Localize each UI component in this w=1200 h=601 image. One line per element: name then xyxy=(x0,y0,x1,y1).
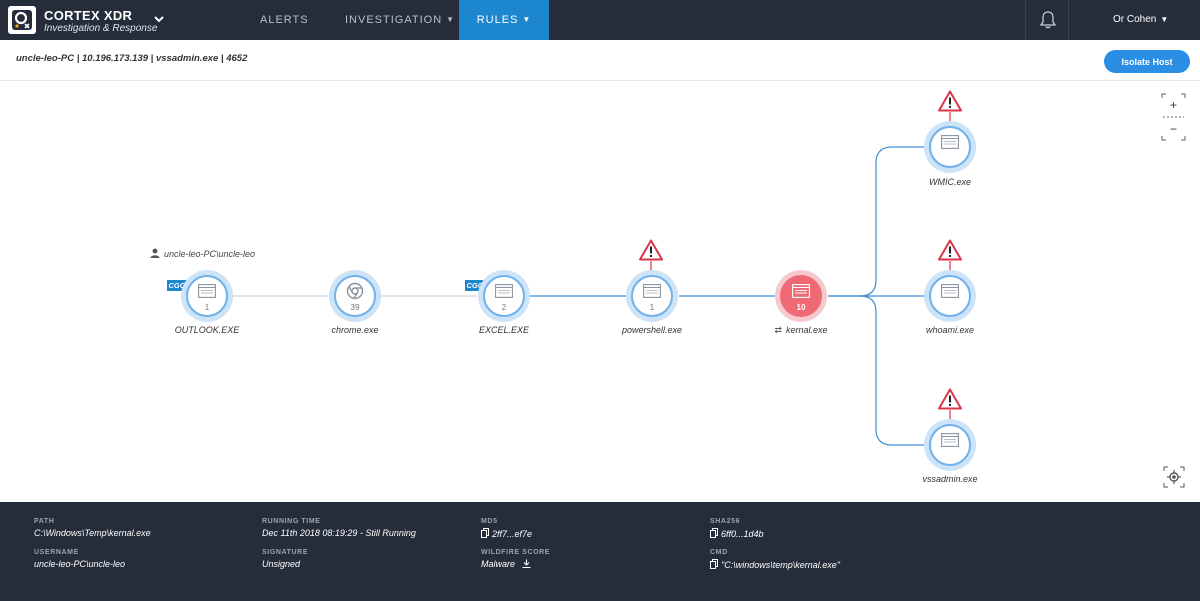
details-col-time: RUNNING TIME Dec 11th 2018 08:19:29 - St… xyxy=(262,518,482,580)
user-tag-label: uncle-leo-PC\uncle-leo xyxy=(164,249,256,259)
cmd-label: CMD xyxy=(710,549,728,556)
app-title: CORTEX XDR xyxy=(44,8,133,23)
node-count: 39 xyxy=(350,303,360,312)
node-label: OUTLOOK.EXE xyxy=(174,325,240,335)
node-label: whoami.exe xyxy=(925,325,975,335)
wildfire-value: Malware xyxy=(481,559,516,569)
chevron-down-icon[interactable] xyxy=(153,13,165,25)
warning-icon xyxy=(938,90,962,112)
isolate-host-button[interactable]: Isolate Host xyxy=(1104,50,1190,73)
sha256-value: 6ff0...1d4b xyxy=(721,529,764,539)
window-app-icon xyxy=(941,135,959,149)
host-info: uncle-leo-PC | 10.196.173.139 | vssadmin… xyxy=(16,53,248,64)
window-app-icon xyxy=(643,284,661,298)
process-node-wmic[interactable] xyxy=(924,121,976,173)
nav-alerts[interactable]: ALERTS xyxy=(260,0,309,40)
username-value: uncle-leo-PC\uncle-leo xyxy=(34,559,126,569)
cortex-logo-icon xyxy=(8,6,36,34)
user-name: Or Cohen xyxy=(1113,14,1157,25)
nav-rules-label: RULES xyxy=(476,14,519,26)
node-label: chrome.exe xyxy=(331,325,379,335)
nav-rules[interactable]: RULES ▼ xyxy=(459,0,549,40)
notifications-button[interactable] xyxy=(1025,0,1069,40)
node-label: EXCEL.EXE xyxy=(478,325,530,335)
signature-label: SIGNATURE xyxy=(262,549,309,556)
md5-row[interactable]: 2ff7...ef7e xyxy=(481,528,701,540)
sha256-label: SHA256 xyxy=(710,518,741,525)
edge-kernal-wmic xyxy=(828,146,924,297)
zoom-controls: + − xyxy=(1161,93,1186,141)
edge-kernal-vssadmin xyxy=(859,295,924,446)
node-label: vssadmin.exe xyxy=(922,474,978,484)
crosshair-icon xyxy=(1163,466,1185,488)
bell-icon xyxy=(1039,11,1057,29)
warning-icon xyxy=(639,239,663,261)
brand[interactable]: CORTEX XDR Investigation & Response xyxy=(0,0,175,40)
node-label: kernal.exe xyxy=(786,325,828,335)
zoom-in-button[interactable]: + xyxy=(1161,96,1186,114)
zoom-out-button[interactable]: − xyxy=(1161,120,1186,138)
warning-icon xyxy=(938,388,962,410)
details-col-md5: MD5 2ff7...ef7e WILDFIRE SCORE Malware xyxy=(481,518,701,580)
process-node-kernal[interactable]: 10 xyxy=(775,270,827,322)
graph-edges xyxy=(233,112,951,446)
node-count: 1 xyxy=(649,303,655,312)
path-value: C:\Windows\Temp\kernal.exe xyxy=(34,528,151,538)
swap-icon: ⇄ xyxy=(774,325,782,335)
details-col-sha: SHA256 6ff0...1d4b CMD "C:\windows\temp\… xyxy=(710,518,930,580)
copy-icon[interactable] xyxy=(710,559,718,569)
window-app-icon xyxy=(495,284,513,298)
user-icon xyxy=(150,248,160,258)
wildfire-label: WILDFIRE SCORE xyxy=(481,549,551,556)
node-count: 2 xyxy=(501,303,507,312)
process-details-panel: PATH C:\Windows\Temp\kernal.exe USERNAME… xyxy=(0,502,1200,601)
node-count: 1 xyxy=(204,303,210,312)
center-graph-button[interactable] xyxy=(1163,466,1185,488)
warning-icon xyxy=(938,239,962,261)
window-app-icon xyxy=(792,284,810,298)
copy-icon[interactable] xyxy=(481,528,489,538)
chevron-down-icon: ▼ xyxy=(446,15,456,24)
username-label: USERNAME xyxy=(34,549,79,556)
nav-investigation[interactable]: INVESTIGATION ▼ xyxy=(345,0,455,40)
user-menu[interactable]: Or Cohen ▼ xyxy=(1113,0,1168,40)
node-label: WMIC.exe xyxy=(928,177,971,187)
nav-alerts-label: ALERTS xyxy=(260,14,309,26)
md5-value: 2ff7...ef7e xyxy=(492,529,533,539)
node-label-row: ⇄ kernal.exe xyxy=(741,325,861,336)
running-time-label: RUNNING TIME xyxy=(262,518,321,525)
window-app-icon xyxy=(198,284,216,298)
app-subtitle: Investigation & Response xyxy=(44,23,158,34)
path-label: PATH xyxy=(34,518,55,525)
window-app-icon xyxy=(941,284,959,298)
cmd-row[interactable]: "C:\windows\temp\kernal.exe" xyxy=(710,559,930,571)
copy-icon[interactable] xyxy=(710,528,718,538)
chevron-down-icon: ▼ xyxy=(1160,15,1169,24)
details-col-path: PATH C:\Windows\Temp\kernal.exe USERNAME… xyxy=(34,518,254,580)
signature-value: Unsigned xyxy=(262,559,301,569)
process-node-excel[interactable]: 2 xyxy=(478,270,530,322)
process-node-vssadmin[interactable] xyxy=(924,419,976,471)
cmd-value: "C:\windows\temp\kernal.exe" xyxy=(721,560,840,570)
running-time-value: Dec 11th 2018 08:19:29 - Still Running xyxy=(262,528,416,538)
process-node-whoami[interactable] xyxy=(924,270,976,322)
wildfire-row: Malware xyxy=(481,559,701,571)
md5-label: MD5 xyxy=(481,518,498,525)
process-node-powershell[interactable]: 1 xyxy=(626,270,678,322)
nav-investigation-label: INVESTIGATION xyxy=(345,14,443,26)
causality-graph[interactable]: uncle-leo-PC\uncle-leo CGO 1 OUTLOOK.EXE… xyxy=(0,81,1200,502)
sha256-row[interactable]: 6ff0...1d4b xyxy=(710,528,930,540)
chrome-icon xyxy=(346,282,364,300)
top-nav-bar: CORTEX XDR Investigation & Response ALER… xyxy=(0,0,1200,40)
node-label: powershell.exe xyxy=(621,325,683,335)
process-node-outlook[interactable]: 1 xyxy=(181,270,233,322)
process-node-chrome[interactable]: 39 xyxy=(329,270,381,322)
node-count: 10 xyxy=(796,303,806,312)
window-app-icon xyxy=(941,433,959,447)
chevron-down-icon: ▼ xyxy=(522,15,532,24)
download-icon[interactable] xyxy=(522,559,531,569)
host-header: uncle-leo-PC | 10.196.173.139 | vssadmin… xyxy=(0,40,1200,81)
user-tag: uncle-leo-PC\uncle-leo xyxy=(150,248,255,259)
